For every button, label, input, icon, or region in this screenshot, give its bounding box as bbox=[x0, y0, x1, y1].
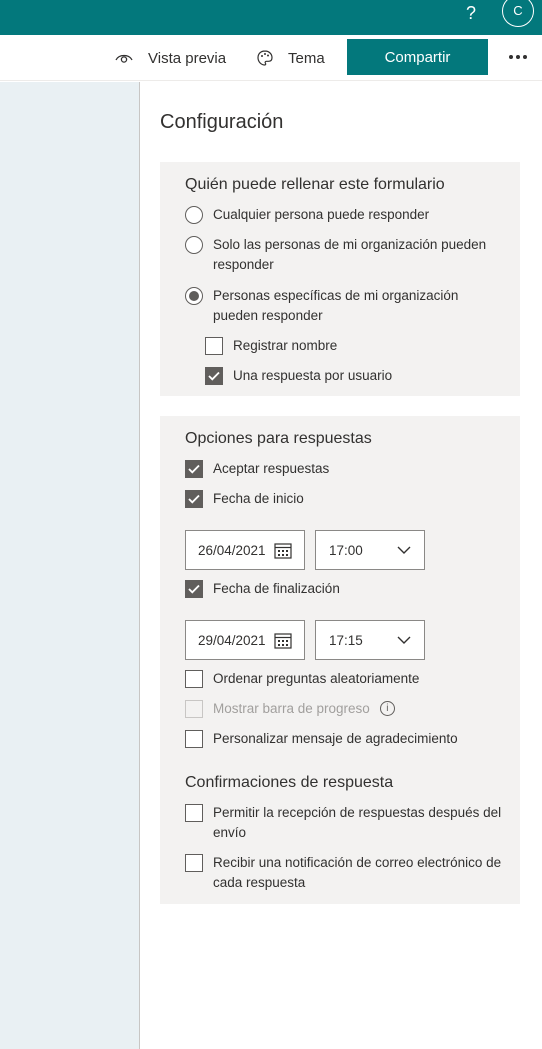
option-label: Una respuesta por usuario bbox=[233, 368, 393, 383]
checkmark-icon bbox=[208, 371, 220, 381]
calendar-icon[interactable] bbox=[274, 542, 292, 559]
page-title: Configuración bbox=[160, 111, 284, 133]
end-date-input[interactable]: 29/04/2021 bbox=[185, 620, 305, 660]
calendar-icon[interactable] bbox=[274, 632, 292, 649]
end-time-dropdown[interactable]: 17:15 bbox=[315, 620, 425, 660]
palette-icon bbox=[257, 50, 273, 66]
checkbox-record-name[interactable]: Registrar nombre bbox=[205, 336, 337, 356]
chevron-down-icon bbox=[397, 636, 411, 644]
option-label: Permitir la recepción de respuestas desp… bbox=[213, 805, 502, 840]
checkbox[interactable] bbox=[185, 700, 203, 718]
response-options-section: Opciones para respuestas Aceptar respues… bbox=[160, 416, 520, 904]
start-time-dropdown[interactable]: 17:00 bbox=[315, 530, 425, 570]
option-label: Personas específicas de mi organización … bbox=[213, 288, 459, 323]
checkbox-receipt[interactable]: Permitir la recepción de respuestas desp… bbox=[185, 803, 505, 843]
theme-button[interactable]: Tema bbox=[256, 35, 325, 81]
checkbox[interactable] bbox=[185, 460, 203, 478]
checkbox[interactable] bbox=[185, 580, 203, 598]
form-canvas-area bbox=[0, 82, 139, 1049]
checkbox-progress-bar[interactable]: Mostrar barra de progreso i bbox=[185, 699, 395, 719]
section-title: Quién puede rellenar este formulario bbox=[185, 176, 445, 193]
radio-button[interactable] bbox=[185, 287, 203, 305]
share-button[interactable]: Compartir bbox=[347, 39, 488, 75]
checkbox[interactable] bbox=[205, 337, 223, 355]
checkbox-email-notification[interactable]: Recibir una notificación de correo elect… bbox=[185, 853, 505, 893]
avatar[interactable]: C bbox=[502, 0, 534, 27]
checkmark-icon bbox=[188, 464, 200, 474]
who-can-fill-section: Quién puede rellenar este formulario Cua… bbox=[160, 162, 520, 396]
command-bar: Vista previa Tema Compartir bbox=[0, 35, 542, 81]
start-date-input[interactable]: 26/04/2021 bbox=[185, 530, 305, 570]
radio-button[interactable] bbox=[185, 236, 203, 254]
checkbox[interactable] bbox=[185, 730, 203, 748]
theme-label: Tema bbox=[288, 49, 325, 67]
option-label: Solo las personas de mi organización pue… bbox=[213, 237, 487, 272]
start-time-value: 17:00 bbox=[329, 542, 363, 558]
option-label: Mostrar barra de progreso bbox=[213, 701, 370, 716]
option-label: Recibir una notificación de correo elect… bbox=[213, 855, 502, 890]
checkbox[interactable] bbox=[185, 804, 203, 822]
more-icon[interactable] bbox=[504, 45, 532, 69]
checkbox-one-response[interactable]: Una respuesta por usuario bbox=[205, 366, 392, 386]
checkbox-accept-responses[interactable]: Aceptar respuestas bbox=[185, 459, 329, 479]
checkbox-end-date[interactable]: Fecha de finalización bbox=[185, 579, 340, 599]
help-icon[interactable]: ? bbox=[462, 2, 480, 26]
radio-specific-people[interactable]: Personas específicas de mi organización … bbox=[185, 286, 485, 326]
radio-organization[interactable]: Solo las personas de mi organización pue… bbox=[185, 235, 505, 275]
option-label: Personalizar mensaje de agradecimiento bbox=[213, 731, 458, 746]
option-label: Fecha de finalización bbox=[213, 581, 340, 596]
eye-icon bbox=[115, 54, 133, 63]
checkbox-start-date[interactable]: Fecha de inicio bbox=[185, 489, 304, 509]
checkmark-icon bbox=[188, 584, 200, 594]
checkbox-shuffle-questions[interactable]: Ordenar preguntas aleatoriamente bbox=[185, 669, 419, 689]
radio-button[interactable] bbox=[185, 206, 203, 224]
checkbox-custom-thanks[interactable]: Personalizar mensaje de agradecimiento bbox=[185, 729, 458, 749]
section-title: Opciones para respuestas bbox=[185, 430, 372, 447]
radio-anyone[interactable]: Cualquier persona puede responder bbox=[185, 205, 505, 225]
checkmark-icon bbox=[188, 494, 200, 504]
option-label: Fecha de inicio bbox=[213, 491, 304, 506]
preview-label: Vista previa bbox=[148, 49, 227, 67]
info-icon[interactable]: i bbox=[379, 701, 395, 716]
section-title: Confirmaciones de respuesta bbox=[185, 774, 394, 791]
panel-divider bbox=[139, 82, 140, 1049]
checkbox[interactable] bbox=[185, 854, 203, 872]
end-date-value: 29/04/2021 bbox=[198, 632, 266, 648]
chevron-down-icon bbox=[397, 546, 411, 554]
checkbox[interactable] bbox=[205, 367, 223, 385]
option-label: Aceptar respuestas bbox=[213, 461, 330, 476]
start-date-value: 26/04/2021 bbox=[198, 542, 266, 558]
option-label: Registrar nombre bbox=[233, 338, 338, 353]
checkbox[interactable] bbox=[185, 670, 203, 688]
app-header: ? C bbox=[0, 0, 542, 35]
checkbox[interactable] bbox=[185, 490, 203, 508]
end-time-value: 17:15 bbox=[329, 632, 363, 648]
option-label: Ordenar preguntas aleatoriamente bbox=[213, 671, 420, 686]
preview-button[interactable]: Vista previa bbox=[114, 35, 226, 81]
option-label: Cualquier persona puede responder bbox=[213, 207, 430, 222]
